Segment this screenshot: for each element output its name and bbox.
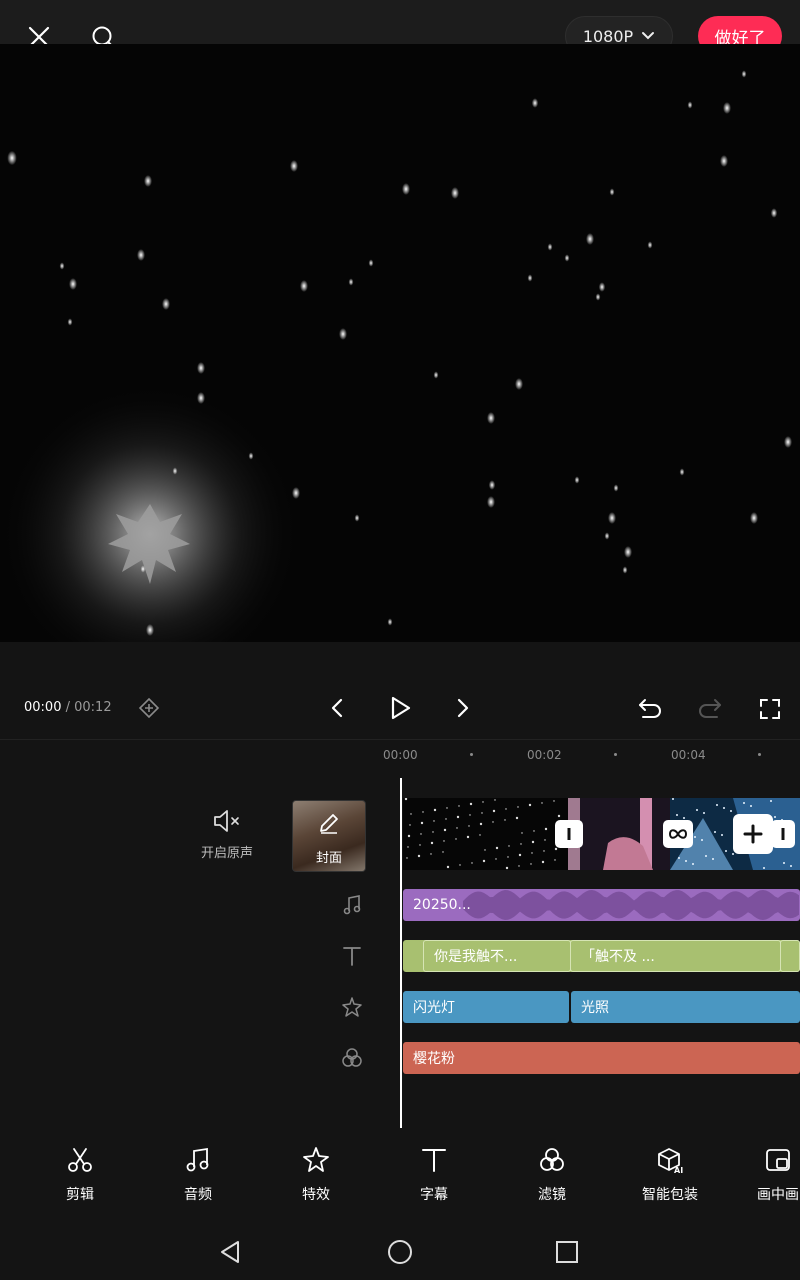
- ruler-label: 00:02: [527, 748, 562, 762]
- effect-clip[interactable]: 光照: [571, 991, 800, 1023]
- tool-effects[interactable]: 特效: [271, 1146, 361, 1204]
- next-frame-icon[interactable]: [451, 696, 475, 720]
- ruler-label: 00:04: [671, 748, 706, 762]
- undo-icon[interactable]: [636, 695, 664, 721]
- svg-text:AI: AI: [674, 1166, 683, 1174]
- redo-icon[interactable]: [696, 695, 724, 721]
- music-note-icon: [186, 1147, 209, 1172]
- transition-button[interactable]: [555, 820, 583, 848]
- sparkle-star-icon: [336, 991, 368, 1023]
- transition-infinity-icon[interactable]: [663, 820, 693, 848]
- time-separator: /: [61, 700, 75, 715]
- keyframe-add-icon[interactable]: [137, 696, 161, 720]
- playback-controls: [0, 644, 800, 740]
- original-sound-toggle[interactable]: 开启原声: [196, 808, 258, 861]
- audio-waveform: [463, 890, 799, 920]
- effect-clip-label: 光照: [581, 1000, 609, 1016]
- tool-label: 字幕: [420, 1187, 448, 1203]
- tool-edit[interactable]: 剪辑: [35, 1146, 125, 1204]
- tool-smart-package[interactable]: AI 智能包装: [625, 1146, 715, 1204]
- tool-label: 滤镜: [538, 1187, 566, 1203]
- previous-frame-icon[interactable]: [325, 696, 349, 720]
- scissors-icon: [68, 1148, 92, 1172]
- effect-clip-label: 闪光灯: [413, 1000, 455, 1016]
- ruler-divider: [0, 739, 800, 740]
- tool-label: 特效: [302, 1187, 330, 1203]
- video-track[interactable]: [403, 798, 800, 870]
- video-preview[interactable]: [0, 44, 800, 642]
- nav-back-icon[interactable]: [216, 1238, 244, 1266]
- timecode: 00:00 / 00:12: [24, 700, 112, 715]
- text-clip[interactable]: 「触不及 ...: [570, 940, 781, 972]
- text-clip[interactable]: 你是我触不...: [423, 940, 571, 972]
- tool-subtitles[interactable]: 字幕: [389, 1146, 479, 1204]
- tool-filters[interactable]: 滤镜: [507, 1146, 597, 1204]
- picture-in-picture-icon: [766, 1149, 790, 1171]
- music-note-icon: [336, 889, 368, 921]
- current-time: 00:00: [24, 700, 62, 715]
- playhead[interactable]: [400, 778, 402, 1128]
- ruler-label: 00:00: [383, 748, 418, 762]
- nav-recents-icon[interactable]: [553, 1238, 581, 1266]
- add-clip-button[interactable]: [733, 814, 773, 854]
- tool-audio[interactable]: 音频: [153, 1146, 243, 1204]
- filter-clip-label: 樱花粉: [413, 1051, 455, 1067]
- cover-label: 封面: [315, 851, 342, 866]
- tool-label: 剪辑: [66, 1187, 94, 1203]
- audio-clip[interactable]: 20250...: [403, 889, 800, 921]
- original-sound-label: 开启原声: [200, 846, 253, 861]
- text-clip[interactable]: [780, 940, 800, 972]
- chevron-down-icon: [642, 32, 655, 40]
- resolution-value: 1080P: [582, 26, 634, 46]
- text-t-icon: [336, 940, 368, 972]
- text-t-icon: [422, 1149, 446, 1172]
- speaker-muted-icon: [214, 810, 239, 832]
- text-clip-label: 「触不及 ...: [581, 949, 655, 965]
- audio-clip-label: 20250...: [413, 897, 471, 913]
- tool-label: 智能包装: [642, 1187, 698, 1203]
- nav-home-icon[interactable]: [386, 1238, 414, 1266]
- filter-clip[interactable]: 樱花粉: [403, 1042, 800, 1074]
- transition-button[interactable]: [771, 820, 795, 848]
- ai-box-icon: AI: [658, 1148, 683, 1174]
- text-clip-label: 你是我触不...: [434, 949, 518, 965]
- effect-clip[interactable]: 闪光灯: [403, 991, 569, 1023]
- preview-image: [0, 70, 792, 642]
- ruler-dot: [758, 753, 761, 756]
- fullscreen-icon[interactable]: [756, 695, 784, 723]
- sparkle-star-icon: [303, 1147, 329, 1172]
- top-bar: [0, 0, 800, 44]
- play-icon[interactable]: [386, 694, 414, 722]
- cover-button[interactable]: 封面: [292, 800, 366, 872]
- tool-picture-in-picture[interactable]: 画中画: [743, 1146, 800, 1204]
- ruler-dot: [470, 753, 473, 756]
- filter-circles-icon: [336, 1042, 368, 1074]
- ruler-dot: [614, 753, 617, 756]
- tool-label: 画中画: [757, 1187, 799, 1203]
- filter-circles-icon: [540, 1148, 564, 1171]
- total-time: 00:12: [74, 700, 112, 715]
- pencil-icon: [320, 814, 338, 834]
- plus-icon: [743, 824, 763, 844]
- tool-label: 音频: [184, 1187, 212, 1203]
